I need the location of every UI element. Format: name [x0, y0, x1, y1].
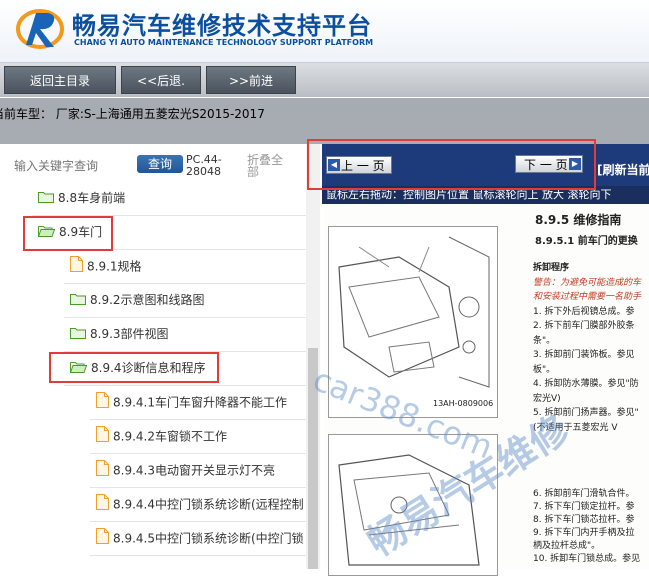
folder-open-icon: [37, 223, 56, 243]
folder-icon: [38, 189, 54, 209]
doc-line: 8. 拆下车门锁芯拉杆。参: [533, 515, 635, 525]
tree-item[interactable]: 8.9.3部件视图: [70, 324, 169, 344]
tree-item[interactable]: 8.9车门: [37, 222, 103, 243]
prev-page-button[interactable]: ◀ 上 一 页: [326, 156, 392, 174]
tree-item-label: 8.9车门: [59, 225, 103, 239]
home-button[interactable]: 返回主目录: [4, 66, 116, 94]
tree-separator: [64, 317, 306, 318]
doc-subsection-heading: 8.9.5.1 前车门的更换: [535, 236, 638, 247]
document-icon: [96, 392, 109, 414]
folder-icon: [70, 325, 86, 345]
doc-line: 警告：为避免可能造成的车: [533, 277, 642, 288]
doc-line: 3. 拆卸前门装饰板。参见: [533, 350, 635, 360]
tree-item[interactable]: 8.9.4诊断信息和程序: [69, 358, 206, 379]
folder-icon: [70, 291, 86, 311]
document-icon: [70, 256, 83, 278]
arrow-left-icon: ◀: [328, 159, 340, 171]
folder-open-icon: [69, 359, 88, 379]
doc-line: 4. 拆卸防水薄膜。参见"防: [533, 379, 639, 389]
current-vehicle-text: 当前车型： 厂家:S-上海通用五菱宏光S2015-2017: [0, 107, 265, 121]
arrow-right-icon: ▶: [569, 158, 581, 170]
tree-separator: [32, 215, 306, 216]
hint-bar: 鼠标左右拖动：控制图片位置 鼠标滚轮向上 放大 滚轮向下: [322, 186, 649, 204]
prev-page-label: 上 一 页: [341, 159, 385, 173]
tree-item[interactable]: 8.9.4.5中控门锁系统诊断(中控门锁: [96, 528, 304, 548]
tree-item-label: 8.9.4.1车门车窗升降器不能工作: [113, 395, 287, 410]
document-icon: [96, 460, 109, 482]
tree-item-label: 8.9.2示意图和线路图: [90, 293, 205, 307]
doc-line: 拆卸程序: [533, 263, 570, 273]
search-button[interactable]: 查询: [137, 155, 183, 173]
hint-text: 鼠标左右拖动：控制图片位置 鼠标滚轮向上 放大 滚轮向下: [326, 188, 612, 201]
doc-line: 10. 拆卸车门锁总成。参见: [533, 554, 641, 564]
document-icon: [96, 528, 109, 550]
next-page-button[interactable]: 下 一 页 ▶: [515, 155, 583, 173]
tree-item[interactable]: 8.9.4.3电动窗开关显示灯不亮: [96, 460, 275, 480]
tree-separator: [90, 453, 306, 454]
forward-button[interactable]: >>前进: [206, 66, 296, 94]
doc-line: 和安装过程中需要一名助手: [533, 292, 642, 302]
header-banner: 畅易汽车维修技术支持平台 CHANG YI AUTO MAINTENANCE T…: [0, 0, 649, 62]
vehicle-info-bar: 当前车型： 厂家:S-上海通用五菱宏光S2015-2017: [0, 98, 649, 144]
collapse-all-link[interactable]: 折叠全部: [247, 154, 287, 178]
tree-item[interactable]: 8.8车身前端: [38, 188, 125, 208]
doc-line: 1. 拆下外后视镜总成。参: [533, 306, 635, 317]
document-icon: [96, 426, 109, 448]
doc-line: 6. 拆卸前车门滑轨合件。: [533, 489, 635, 499]
tree-item-label: 8.8车身前端: [58, 191, 126, 205]
tree-separator: [64, 283, 306, 284]
next-page-label: 下 一 页: [524, 158, 568, 172]
tree-item[interactable]: 8.9.4.4中控门锁系统诊断(远程控制: [96, 494, 304, 514]
tree-item[interactable]: 8.9.4.1车门车窗升降器不能工作: [96, 392, 287, 412]
document-icon: [96, 494, 109, 516]
tree-separator: [90, 487, 306, 488]
logo-icon: [16, 9, 64, 49]
figure-1-caption: 13AH-0809006: [433, 399, 494, 408]
refresh-link[interactable]: [刷新当前: [597, 161, 649, 178]
tree-separator: [32, 249, 306, 250]
tree-item-label: 8.9.4.4中控门锁系统诊断(远程控制: [113, 497, 304, 512]
doc-line: 柄及拉杆总成"。: [533, 541, 601, 551]
tree-separator: [64, 385, 306, 386]
tree-separator: [90, 555, 306, 556]
tree-item[interactable]: 8.9.4.2车窗锁不工作: [96, 426, 227, 446]
doc-line: 板"。: [533, 364, 556, 375]
doc-line: 9. 拆下车门内开手柄及拉: [533, 528, 635, 538]
doc-line: 条"。: [533, 335, 556, 346]
site-subtitle: CHANG YI AUTO MAINTENANCE TECHNOLOGY SUP…: [74, 38, 374, 47]
nav-bar: 返回主目录 <<后退. >>前进: [0, 62, 649, 97]
site-title: 畅易汽车维修技术支持平台: [72, 12, 372, 40]
tree-item[interactable]: 8.9.1规格: [70, 256, 142, 276]
tree-item-label: 8.9.1规格: [87, 259, 142, 274]
tree-separator: [64, 351, 306, 352]
tree-item-label: 8.9.4诊断信息和程序: [91, 361, 206, 375]
search-input[interactable]: [14, 158, 124, 174]
tree-item-label: 8.9.4.5中控门锁系统诊断(中控门锁: [113, 531, 304, 546]
tree-item[interactable]: 8.9.2示意图和线路图: [70, 290, 205, 310]
pc-code-label: PC.44-28048: [186, 153, 222, 178]
tree-separator: [90, 419, 306, 420]
tree-item-label: 8.9.4.3电动窗开关显示灯不亮: [113, 463, 275, 478]
tree-item-label: 8.9.4.2车窗锁不工作: [113, 429, 227, 444]
doc-line: 2. 拆下前车门膜部外胶条: [533, 321, 635, 331]
tree-separator: [90, 521, 306, 522]
tree-item-label: 8.9.3部件视图: [90, 327, 169, 341]
back-button[interactable]: <<后退.: [121, 66, 201, 94]
doc-section-heading: 8.9.5 维修指南: [535, 213, 622, 227]
doc-line: 7. 拆下车门锁定拉杆。参: [533, 502, 635, 512]
